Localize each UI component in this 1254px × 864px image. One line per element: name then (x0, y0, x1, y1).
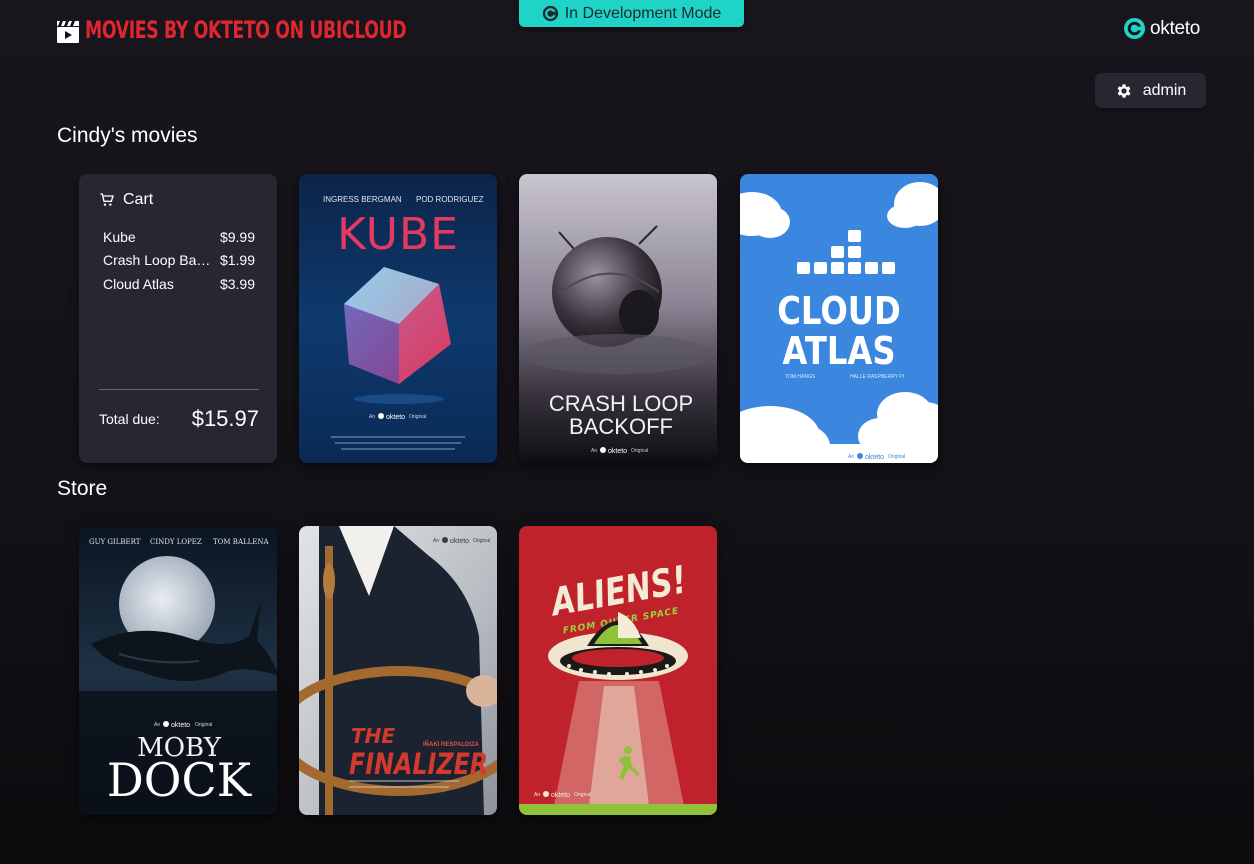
cart-item-price: $3.99 (219, 275, 255, 292)
kube-credit-left: INGRESS BERGMAN (323, 195, 402, 204)
finalizer-poster-art: An okteto Original THE FINALIZER IÑAKI R… (299, 526, 497, 815)
svg-text:Original: Original (409, 414, 426, 420)
moby-title-line2: DOCK (107, 753, 253, 807)
cart-title: Cart (123, 191, 154, 208)
movie-poster-kube[interactable]: INGRESS BERGMAN POD RODRIGUEZ KUBE An ok… (299, 174, 497, 463)
cart-divider (99, 389, 259, 390)
moby-poster-art: GUY GILBERT CINDY LOPEZ TOM BALLENA An o… (79, 526, 277, 815)
admin-label: admin (1142, 81, 1187, 99)
movie-poster-crash-loop-backoff[interactable]: CRASH LOOP BACKOFF An okteto Original (519, 174, 717, 463)
gear-icon (1117, 83, 1131, 98)
svg-text:GUY GILBERT: GUY GILBERT (89, 538, 141, 546)
store-section-title: Store (57, 477, 108, 500)
admin-button[interactable]: admin (1095, 73, 1206, 108)
svg-text:okteto: okteto (386, 414, 405, 421)
svg-text:Original: Original (473, 538, 490, 544)
kube-poster-art: INGRESS BERGMAN POD RODRIGUEZ KUBE An ok… (299, 174, 497, 463)
crash-poster-art: CRASH LOOP BACKOFF An okteto Original (519, 174, 717, 463)
dev-mode-badge[interactable]: In Development Mode (519, 0, 744, 27)
dev-mode-label: In Development Mode (564, 4, 722, 22)
svg-text:TOM BALLENA: TOM BALLENA (213, 538, 270, 546)
movie-poster-aliens[interactable]: ALIENS! FROM OUTER SPACE An okteto Origi… (519, 526, 717, 815)
svg-text:Original: Original (574, 792, 591, 798)
cart-item: Cloud Atlas $3.99 (103, 272, 255, 296)
cart-header: Cart (99, 190, 257, 210)
cart-item: Kube $9.99 (103, 225, 255, 249)
movie-poster-moby-dock[interactable]: GUY GILBERT CINDY LOPEZ TOM BALLENA An o… (79, 526, 277, 815)
cart-icon (100, 193, 114, 206)
kube-credit-right: POD RODRIGUEZ (416, 195, 484, 204)
cart-items: Kube $9.99 Crash Loop Backoff $1.99 Clou… (99, 225, 257, 296)
svg-text:TOM HANGS: TOM HANGS (785, 374, 816, 380)
cart-total-label: Total due: (99, 411, 160, 427)
svg-text:An: An (848, 454, 854, 460)
cart-item-name: Crash Loop Backoff (103, 252, 215, 269)
movie-poster-the-finalizer[interactable]: An okteto Original THE FINALIZER IÑAKI R… (299, 526, 497, 815)
cart-item: Crash Loop Backoff $1.99 (103, 249, 255, 273)
okteto-dev-icon (542, 5, 558, 22)
okteto-logo-icon (1123, 17, 1146, 40)
cart-total: Total due: $15.97 (99, 406, 259, 432)
cart-item-name: Cloud Atlas (103, 275, 174, 292)
svg-text:okteto: okteto (171, 722, 190, 729)
crash-title-line1: CRASH LOOP (549, 391, 693, 416)
svg-text:IÑAKI RESPALDIZA: IÑAKI RESPALDIZA (423, 741, 480, 748)
svg-text:An: An (433, 538, 439, 544)
svg-text:An: An (154, 722, 160, 728)
finalizer-title-line2: FINALIZER (349, 748, 488, 782)
cart-item-price: $1.99 (219, 252, 255, 269)
cloud-poster-art: CLOUD ATLAS TOM HANGS HALLE RASPBERRY PI… (740, 174, 938, 463)
cloud-title-line2: ATLAS (782, 330, 895, 374)
crash-title-line2: BACKOFF (569, 414, 673, 439)
rented-section-title: Cindy's movies (57, 124, 198, 147)
svg-text:An: An (369, 414, 375, 420)
cart-item-price: $9.99 (219, 228, 255, 245)
svg-text:An: An (591, 448, 597, 454)
clapperboard-icon (57, 21, 79, 43)
svg-text:okteto: okteto (551, 792, 570, 799)
finalizer-title-line1: THE (351, 724, 395, 748)
app-brand[interactable]: MOVIES BY OKTETO ON UBICLOUD (57, 14, 531, 46)
svg-text:CINDY LOPEZ: CINDY LOPEZ (150, 538, 202, 546)
cloud-title-line1: CLOUD (777, 290, 901, 334)
svg-text:Original: Original (631, 448, 648, 454)
okteto-logo-text: okteto (1150, 17, 1200, 39)
cart-item-name: Kube (103, 228, 136, 245)
cart-card: Cart Kube $9.99 Crash Loop Backoff $1.99… (79, 174, 277, 463)
kube-title: KUBE (337, 209, 459, 260)
svg-text:okteto: okteto (865, 454, 884, 461)
app-title: MOVIES BY OKTETO ON UBICLOUD (85, 16, 407, 44)
svg-text:An: An (534, 792, 540, 798)
svg-text:Original: Original (888, 454, 905, 460)
svg-text:okteto: okteto (450, 538, 469, 545)
okteto-logo[interactable]: okteto (1123, 17, 1200, 40)
svg-text:okteto: okteto (608, 448, 627, 455)
cart-total-amount: $15.97 (191, 406, 259, 431)
movie-poster-cloud-atlas[interactable]: CLOUD ATLAS TOM HANGS HALLE RASPBERRY PI… (740, 174, 938, 463)
aliens-poster-art: ALIENS! FROM OUTER SPACE An okteto Origi… (519, 526, 717, 815)
svg-text:Original: Original (195, 722, 212, 728)
svg-text:HALLE RASPBERRY PI: HALLE RASPBERRY PI (850, 374, 904, 380)
